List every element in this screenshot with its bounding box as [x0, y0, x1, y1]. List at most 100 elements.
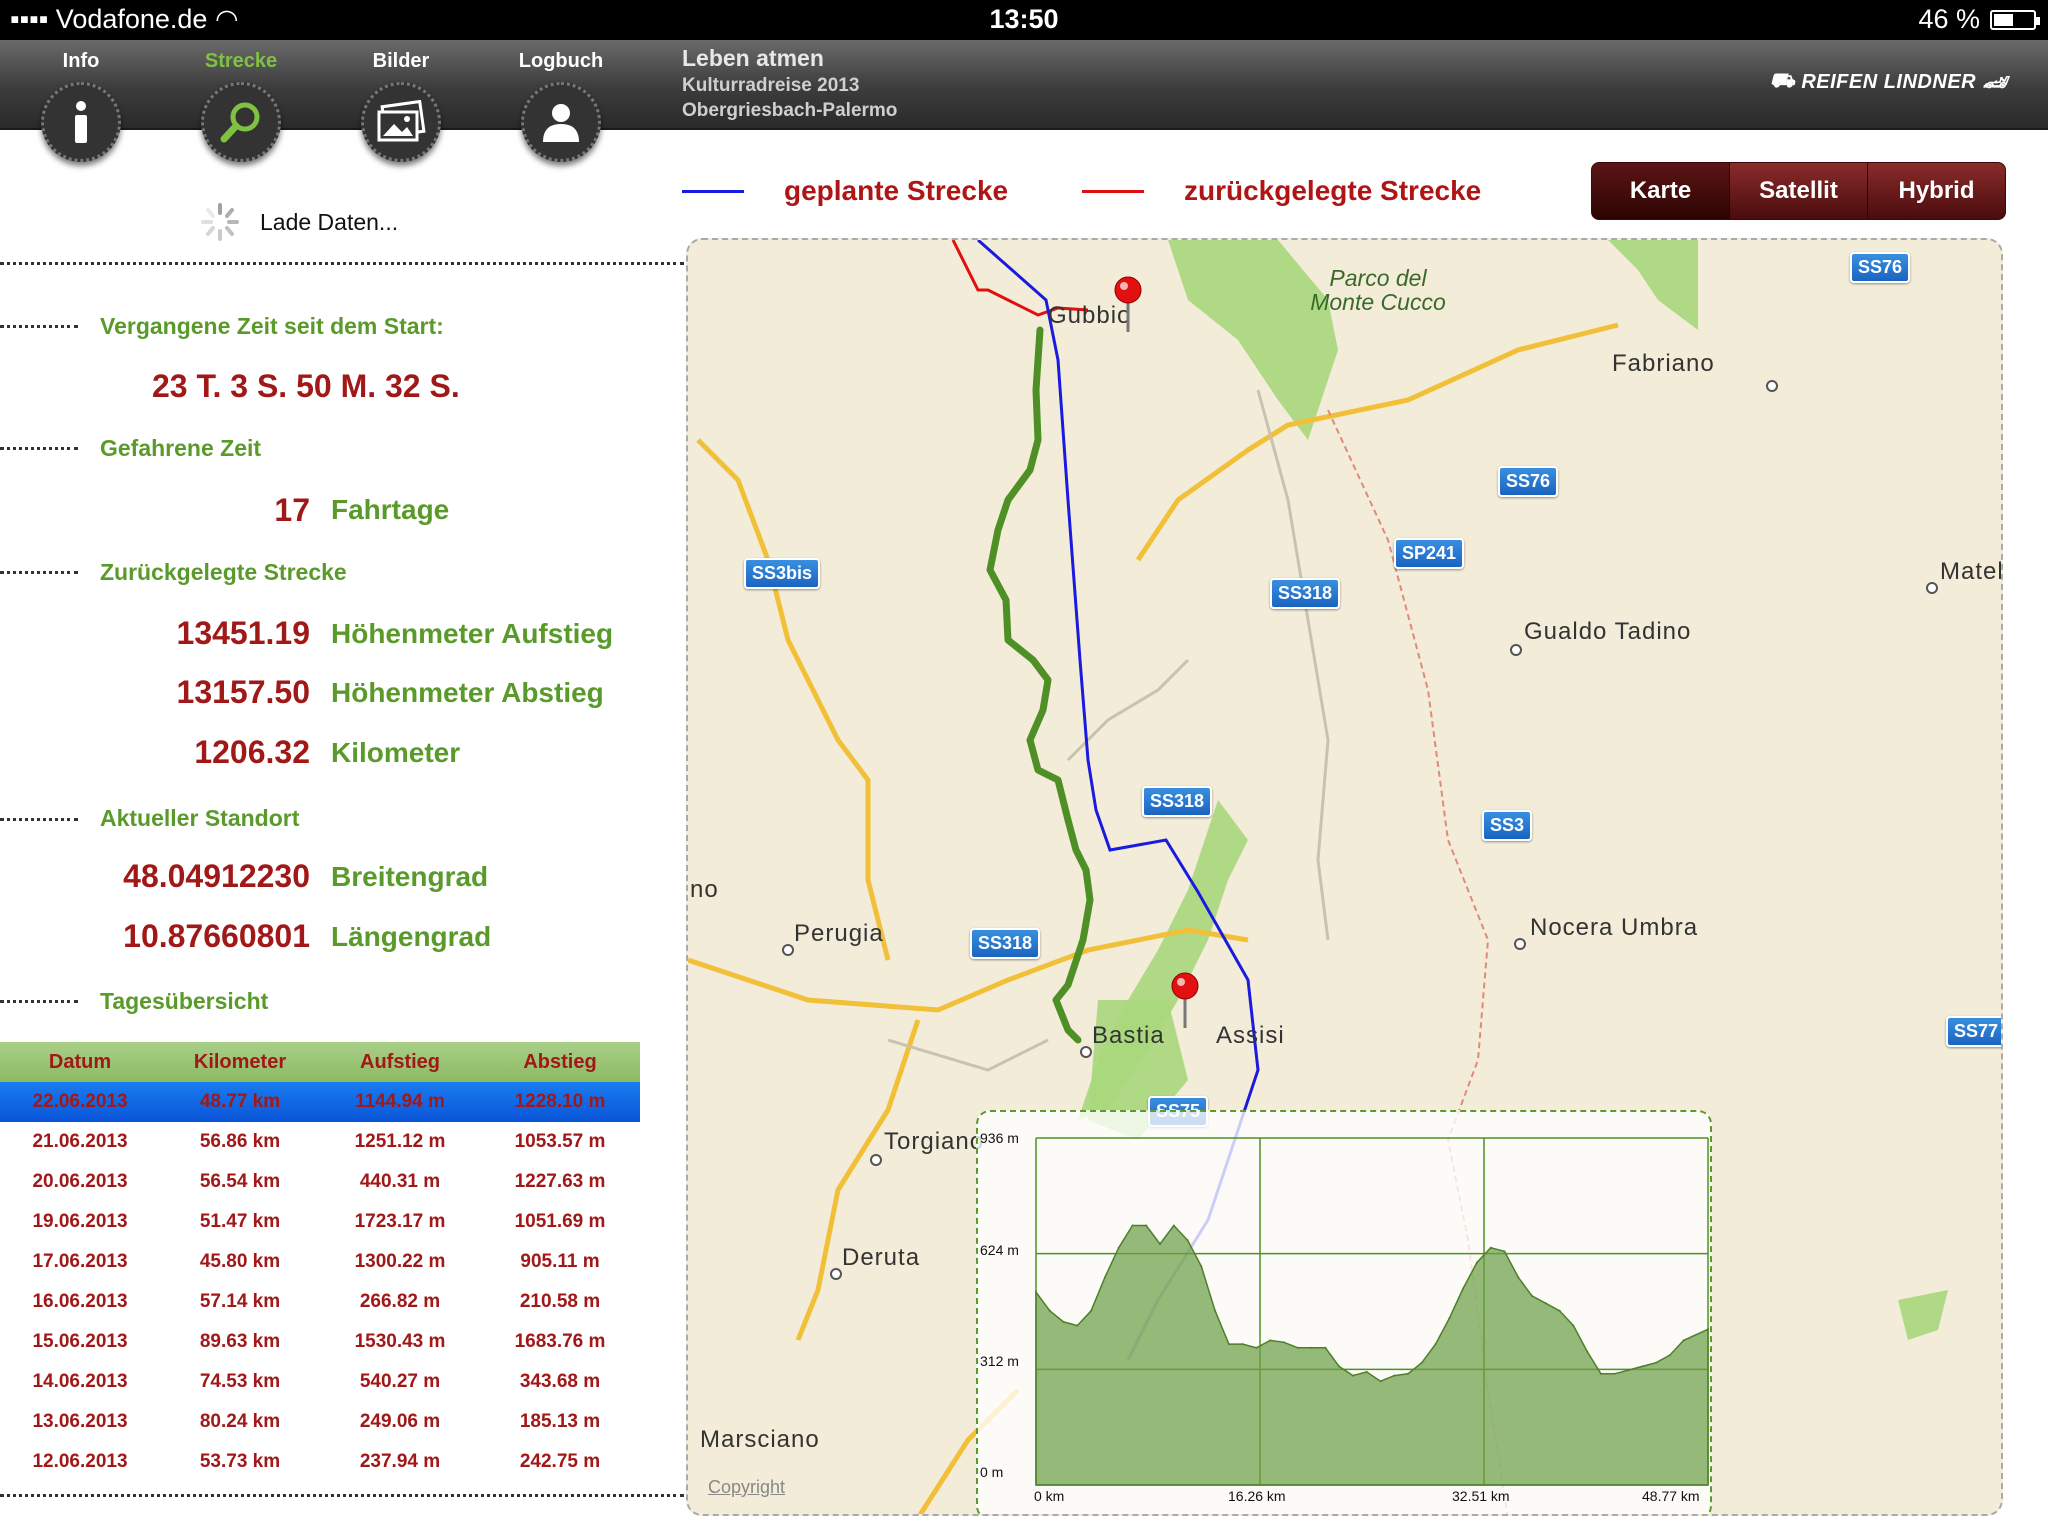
place-marker: [782, 944, 794, 956]
cell-date: 16.06.2013: [32, 1291, 128, 1312]
elevation-point: [1489, 1246, 1492, 1249]
elevation-point: [1255, 1346, 1258, 1349]
place-marker: [870, 1154, 882, 1166]
table-row[interactable]: 21.06.2013 56.86 km 1251.12 m 1053.57 m: [0, 1122, 640, 1162]
pictures-icon: [361, 82, 441, 162]
map-copyright-link[interactable]: Copyright: [708, 1477, 785, 1498]
spinner-icon: [201, 203, 239, 241]
current-position-pin-icon[interactable]: [1170, 972, 1200, 1028]
col-km[interactable]: Kilometer: [160, 1051, 320, 1074]
table-row[interactable]: 16.06.2013 57.14 km 266.82 m 210.58 m: [0, 1282, 640, 1322]
km-label: Kilometer: [331, 737, 461, 768]
elapsed-time-heading: Vergangene Zeit seit dem Start:: [100, 313, 444, 339]
place-marker: [1926, 582, 1938, 594]
cell-ascent: 440.31 m: [359, 1171, 441, 1192]
cell-km: 51.47 km: [199, 1211, 281, 1232]
cell-date: 12.06.2013: [32, 1451, 128, 1472]
cell-km: 57.14 km: [199, 1291, 281, 1312]
table-row[interactable]: 20.06.2013 56.54 km 440.31 m 1227.63 m: [0, 1162, 640, 1202]
descent-label: Höhenmeter Abstieg: [331, 677, 604, 708]
elevation-point: [1641, 1365, 1644, 1368]
cell-descent: 1683.76 m: [514, 1331, 606, 1352]
place-marker: [830, 1268, 842, 1280]
road-badge-ss318: SS318: [1270, 578, 1341, 609]
cell-km: 80.24 km: [199, 1411, 281, 1432]
table-row[interactable]: 15.06.2013 89.63 km 1530.43 m 1683.76 m: [0, 1322, 640, 1362]
start-pin-icon[interactable]: [1113, 276, 1143, 332]
cell-km: 48.77 km: [199, 1091, 281, 1112]
place-partial: no: [690, 876, 719, 903]
daily-table: Datum Kilometer Aufstieg Abstieg 22.06.2…: [0, 1042, 640, 1482]
map-type-karte[interactable]: Karte: [1592, 163, 1730, 219]
col-descent[interactable]: Abstieg: [480, 1051, 640, 1074]
planned-legend-label: geplante Strecke: [784, 175, 1009, 206]
cell-ascent: 1251.12 m: [354, 1131, 446, 1152]
elevation-point: [1365, 1370, 1368, 1373]
elevation-point: [1076, 1324, 1079, 1327]
table-row[interactable]: 22.06.2013 48.77 km 1144.94 m 1228.10 m: [0, 1082, 640, 1122]
x-tick-label: 48.77 km: [1642, 1488, 1700, 1504]
descent-value: 13157.50: [176, 674, 310, 710]
cell-km: 74.53 km: [199, 1371, 281, 1392]
park-monte-cucco: Parco del Monte Cucco: [1310, 265, 1446, 316]
table-row[interactable]: 13.06.2013 80.24 km 249.06 m 185.13 m: [0, 1402, 640, 1442]
elevation-point: [1503, 1250, 1506, 1253]
daily-overview-heading: Tagesübersicht: [100, 988, 269, 1014]
battery-icon: [1990, 9, 2040, 30]
divider: [0, 447, 78, 450]
elevation-point: [1393, 1374, 1396, 1377]
elevation-point: [1379, 1380, 1382, 1383]
road-badge-ss3: SS3: [1482, 810, 1533, 841]
table-row[interactable]: 14.06.2013 74.53 km 540.27 m 343.68 m: [0, 1362, 640, 1402]
x-tick-label: 16.26 km: [1228, 1488, 1286, 1504]
battery-fill: [1994, 13, 2014, 26]
place-marsciano: Marsciano: [700, 1426, 820, 1453]
elevation-point: [1200, 1265, 1203, 1268]
elevation-point: [1351, 1374, 1354, 1377]
col-ascent[interactable]: Aufstieg: [320, 1051, 480, 1074]
map-type-hybrid[interactable]: Hybrid: [1868, 163, 2005, 219]
cell-ascent: 1300.22 m: [354, 1251, 446, 1272]
cell-km: 45.80 km: [199, 1251, 281, 1272]
distance-heading: Zurückgelegte Strecke: [100, 559, 347, 585]
elevation-point: [1324, 1346, 1327, 1349]
place-marker: [1514, 938, 1526, 950]
cell-descent: 1051.69 m: [514, 1211, 606, 1232]
tab-bilder[interactable]: Bilder: [326, 40, 476, 170]
cell-date: 14.06.2013: [32, 1371, 128, 1392]
col-date[interactable]: Datum: [0, 1051, 160, 1074]
table-row[interactable]: 19.06.2013 51.47 km 1723.17 m 1051.69 m: [0, 1202, 640, 1242]
table-row[interactable]: 17.06.2013 45.80 km 1300.22 m 905.11 m: [0, 1242, 640, 1282]
table-row[interactable]: 12.06.2013 53.73 km 237.94 m 242.75 m: [0, 1442, 640, 1482]
travelled-line-swatch: [1082, 189, 1144, 193]
x-tick-label: 32.51 km: [1452, 1488, 1510, 1504]
cell-ascent: 1530.43 m: [354, 1331, 446, 1352]
cell-km: 56.86 km: [199, 1131, 281, 1152]
divider: [0, 262, 684, 265]
tab-info[interactable]: Info: [6, 40, 156, 170]
elevation-point: [1531, 1294, 1533, 1297]
elevation-point: [1434, 1343, 1437, 1346]
tab-strecke[interactable]: Strecke: [166, 40, 316, 170]
cell-ascent: 266.82 m: [359, 1291, 441, 1312]
elevation-area: [1035, 1224, 1709, 1486]
loading-text: Lade Daten...: [260, 208, 399, 235]
place-bastia: Bastia: [1092, 1022, 1165, 1049]
map-type-satellit[interactable]: Satellit: [1730, 163, 1868, 219]
elevation-point: [1407, 1372, 1409, 1375]
place-fabriano: Fabriano: [1612, 350, 1715, 377]
elevation-point: [1420, 1361, 1423, 1364]
elevation-point: [1572, 1324, 1575, 1327]
x-tick-label: 0 km: [1034, 1488, 1065, 1504]
cell-ascent: 237.94 m: [359, 1451, 441, 1472]
elevation-point: [1214, 1309, 1217, 1312]
search-icon: [201, 82, 281, 162]
road-badge-ss3bis: SS3bis: [744, 558, 821, 589]
tab-info-label: Info: [62, 50, 100, 72]
tab-logbuch[interactable]: Logbuch: [486, 40, 636, 170]
place-nocera-umbra: Nocera Umbra: [1530, 914, 1699, 941]
battery: 46 %: [1918, 4, 2040, 35]
route-map[interactable]: Gubbio Fabriano Gualdo Tadino Perugia No…: [686, 238, 2003, 1516]
elevation-point: [1186, 1239, 1189, 1242]
brand-logo: ⛟ REIFEN LINDNER 🏎: [1770, 70, 2008, 95]
